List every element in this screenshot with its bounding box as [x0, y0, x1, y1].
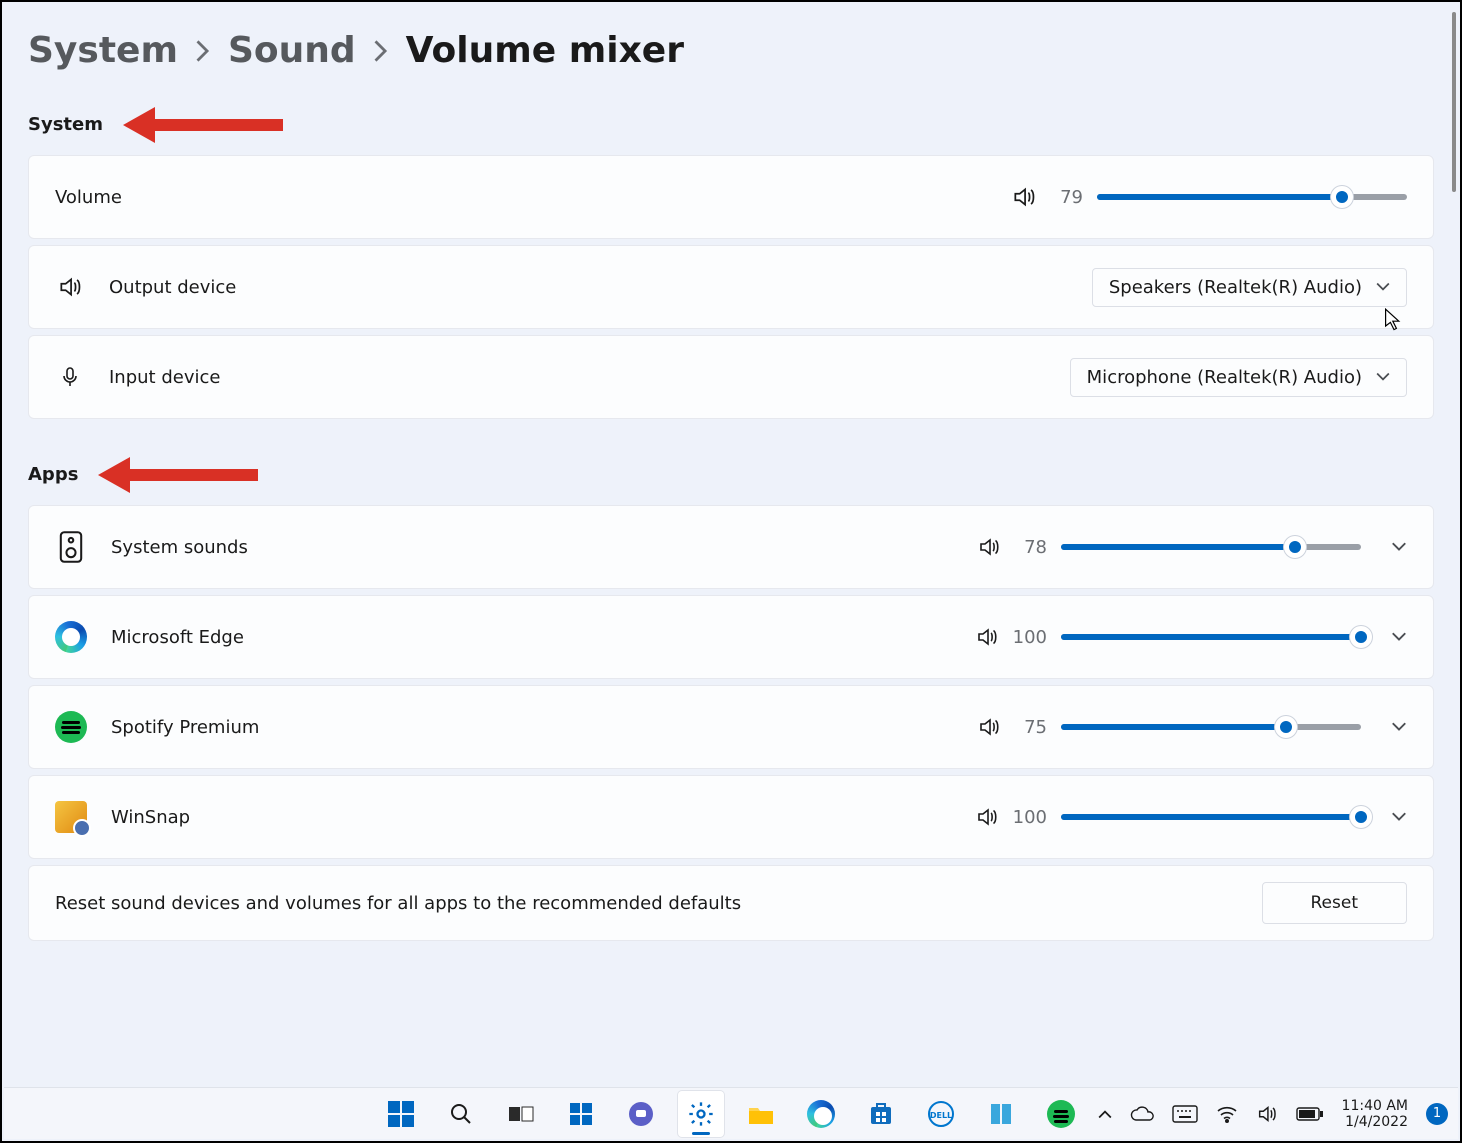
- chevron-down-icon: [1376, 282, 1390, 292]
- input-device-label: Input device: [109, 367, 1070, 388]
- spotify-button[interactable]: [1038, 1091, 1084, 1137]
- reset-row: Reset sound devices and volumes for all …: [28, 865, 1434, 941]
- volume-row: Volume 79: [28, 155, 1434, 239]
- task-view-button[interactable]: [498, 1091, 544, 1137]
- clock-time: 11:40 AM: [1342, 1098, 1408, 1114]
- volume-value: 79: [1051, 187, 1083, 208]
- reset-button[interactable]: Reset: [1262, 882, 1408, 924]
- clock[interactable]: 11:40 AM 1/4/2022: [1342, 1098, 1408, 1130]
- breadcrumb-system[interactable]: System: [28, 30, 178, 71]
- store-button[interactable]: [858, 1091, 904, 1137]
- app-name: System sounds: [111, 537, 977, 558]
- annotation-arrow: [123, 111, 283, 137]
- speaker-icon[interactable]: [1011, 184, 1037, 210]
- section-heading-apps: Apps: [28, 464, 78, 485]
- keyboard-icon[interactable]: [1172, 1105, 1198, 1123]
- notification-badge[interactable]: 1: [1426, 1103, 1448, 1125]
- app-volume-slider[interactable]: [1061, 814, 1361, 820]
- app-volume-value: 75: [1015, 717, 1047, 738]
- annotation-arrow: [98, 461, 258, 487]
- app-button[interactable]: [978, 1091, 1024, 1137]
- system-sounds-icon: [55, 531, 87, 563]
- taskbar: DELL 11:40 AM 1/4/2022 1: [4, 1087, 1458, 1139]
- breadcrumb-sound[interactable]: Sound: [228, 30, 356, 71]
- battery-icon[interactable]: [1296, 1106, 1324, 1122]
- expand-chevron[interactable]: [1391, 542, 1407, 552]
- start-button[interactable]: [378, 1091, 424, 1137]
- search-button[interactable]: [438, 1091, 484, 1137]
- explorer-button[interactable]: [738, 1091, 784, 1137]
- speaker-icon[interactable]: [975, 625, 999, 649]
- app-row-spotify: Spotify Premium 75: [28, 685, 1434, 769]
- app-row-system-sounds: System sounds 78: [28, 505, 1434, 589]
- app-row-winsnap: WinSnap 100: [28, 775, 1434, 859]
- breadcrumb-current: Volume mixer: [406, 30, 684, 71]
- app-name: Spotify Premium: [111, 717, 977, 738]
- settings-button[interactable]: [678, 1091, 724, 1137]
- speaker-icon[interactable]: [1256, 1103, 1278, 1125]
- output-device-label: Output device: [109, 277, 1092, 298]
- chevron-right-icon: [196, 40, 210, 62]
- scrollbar[interactable]: [1452, 12, 1456, 192]
- output-device-row: Output device Speakers (Realtek(R) Audio…: [28, 245, 1434, 329]
- edge-icon: [55, 621, 87, 653]
- clock-date: 1/4/2022: [1342, 1114, 1408, 1130]
- app-volume-value: 100: [1013, 807, 1047, 828]
- speaker-icon[interactable]: [977, 535, 1001, 559]
- breadcrumb: System Sound Volume mixer: [28, 30, 1434, 71]
- expand-chevron[interactable]: [1391, 632, 1407, 642]
- reset-label: Reset sound devices and volumes for all …: [55, 893, 1262, 914]
- speaker-icon: [55, 272, 85, 302]
- chevron-down-icon: [1376, 372, 1390, 382]
- wifi-icon[interactable]: [1216, 1105, 1238, 1123]
- volume-slider[interactable]: [1097, 194, 1407, 200]
- chevron-right-icon: [374, 40, 388, 62]
- onedrive-icon[interactable]: [1130, 1106, 1154, 1122]
- speaker-icon[interactable]: [975, 805, 999, 829]
- app-row-edge: Microsoft Edge 100: [28, 595, 1434, 679]
- app-volume-slider[interactable]: [1061, 724, 1361, 730]
- svg-text:DELL: DELL: [930, 1111, 952, 1120]
- chat-button[interactable]: [618, 1091, 664, 1137]
- app-volume-slider[interactable]: [1061, 544, 1361, 550]
- edge-button[interactable]: [798, 1091, 844, 1137]
- section-heading-system: System: [28, 114, 103, 135]
- input-device-selected: Microphone (Realtek(R) Audio): [1087, 367, 1362, 388]
- output-device-dropdown[interactable]: Speakers (Realtek(R) Audio): [1092, 268, 1407, 307]
- output-device-selected: Speakers (Realtek(R) Audio): [1109, 277, 1362, 298]
- volume-label: Volume: [55, 187, 1011, 208]
- input-device-row: Input device Microphone (Realtek(R) Audi…: [28, 335, 1434, 419]
- winsnap-icon: [55, 801, 87, 833]
- dell-button[interactable]: DELL: [918, 1091, 964, 1137]
- app-volume-value: 100: [1013, 627, 1047, 648]
- microphone-icon: [55, 362, 85, 392]
- app-name: WinSnap: [111, 807, 975, 828]
- app-volume-value: 78: [1015, 537, 1047, 558]
- expand-chevron[interactable]: [1391, 722, 1407, 732]
- input-device-dropdown[interactable]: Microphone (Realtek(R) Audio): [1070, 358, 1407, 397]
- spotify-icon: [55, 711, 87, 743]
- app-name: Microsoft Edge: [111, 627, 975, 648]
- tray-chevron-up-icon[interactable]: [1098, 1109, 1112, 1119]
- speaker-icon[interactable]: [977, 715, 1001, 739]
- app-volume-slider[interactable]: [1061, 634, 1361, 640]
- expand-chevron[interactable]: [1391, 812, 1407, 822]
- widgets-button[interactable]: [558, 1091, 604, 1137]
